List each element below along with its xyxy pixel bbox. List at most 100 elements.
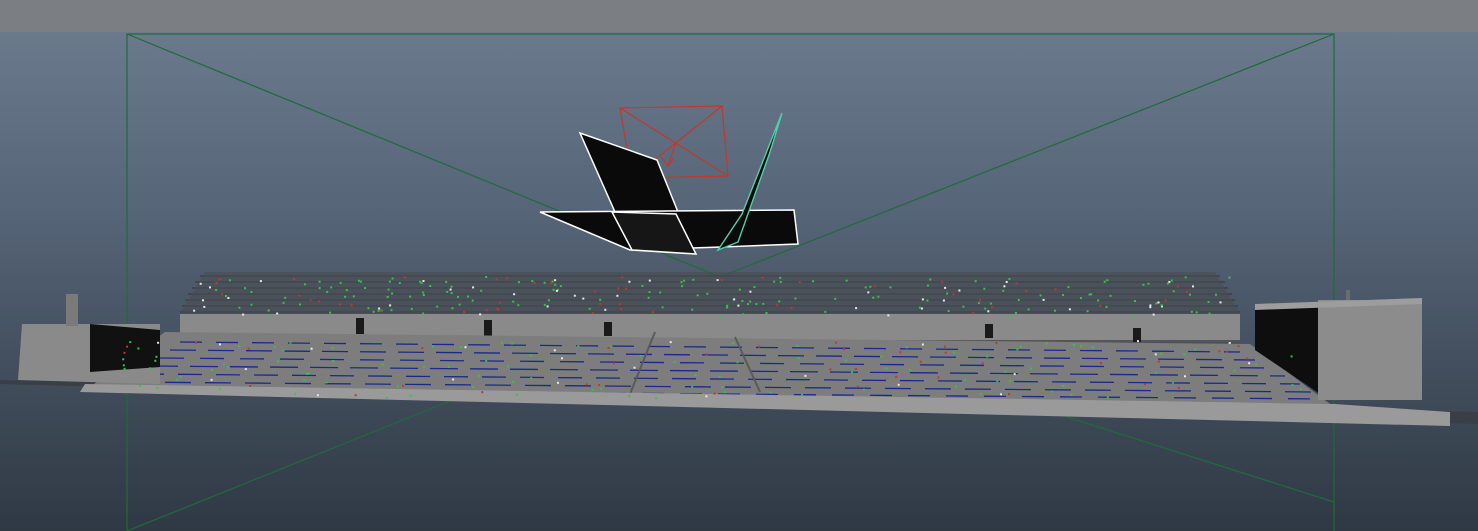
crowd-speck bbox=[222, 363, 225, 366]
crowd-speck bbox=[1157, 301, 1160, 304]
crowd-speck bbox=[761, 276, 764, 279]
crowd-speck bbox=[753, 286, 756, 288]
crowd-speck bbox=[303, 379, 306, 382]
crowd-speck bbox=[409, 394, 412, 397]
crowd-speck bbox=[652, 314, 654, 317]
crowd-speck bbox=[1164, 299, 1167, 302]
crowd-speck bbox=[326, 291, 329, 293]
crowd-speck bbox=[1233, 369, 1236, 372]
crowd-speck bbox=[1207, 300, 1210, 303]
crowd-speck bbox=[303, 283, 306, 286]
crowd-speck bbox=[332, 360, 335, 362]
crowd-speck bbox=[977, 302, 980, 305]
crowd-speck bbox=[683, 279, 686, 282]
crowd-speck bbox=[215, 288, 218, 291]
crowd-speck bbox=[971, 312, 974, 315]
crowd-speck bbox=[669, 341, 672, 344]
3d-viewport[interactable] bbox=[0, 32, 1478, 531]
crowd-speck bbox=[1134, 300, 1136, 302]
crowd-speck bbox=[547, 299, 550, 302]
crowd-speck bbox=[458, 303, 461, 306]
crowd-speck bbox=[1255, 363, 1258, 366]
crowd-speck bbox=[824, 310, 827, 313]
crowd-speck bbox=[228, 279, 231, 282]
crowd-speck bbox=[919, 360, 922, 363]
crowd-speck bbox=[937, 376, 940, 379]
crowd-speck bbox=[218, 387, 221, 390]
crowd-speck bbox=[410, 308, 413, 310]
plane-tilted-left[interactable] bbox=[578, 131, 680, 213]
crowd-speck bbox=[801, 393, 804, 396]
crowd-speck bbox=[718, 375, 721, 378]
crowd-speck bbox=[952, 351, 955, 354]
crowd-speck bbox=[1097, 299, 1100, 302]
crowd-speck bbox=[478, 374, 481, 377]
crowd-speck bbox=[983, 287, 986, 290]
selected-polygon-planes[interactable] bbox=[539, 112, 799, 255]
crowd-speck bbox=[659, 291, 662, 294]
crowd-speck bbox=[918, 306, 921, 309]
crowd-speck bbox=[1147, 282, 1150, 285]
crowd-speck bbox=[422, 294, 425, 296]
crowd-speck bbox=[436, 305, 439, 308]
crowd-speck bbox=[1025, 290, 1028, 293]
crowd-speck bbox=[561, 357, 563, 360]
crowd-speck bbox=[641, 284, 644, 287]
crowd-speck bbox=[543, 303, 546, 306]
upper-tier-seating bbox=[180, 272, 1240, 314]
crowd-speck bbox=[276, 312, 279, 315]
crowd-speck bbox=[692, 278, 695, 281]
crowd-speck bbox=[862, 388, 865, 391]
stadium-model[interactable] bbox=[18, 272, 1450, 426]
crowd-speck bbox=[467, 295, 469, 298]
crowd-speck bbox=[215, 282, 218, 284]
crowd-speck bbox=[388, 280, 391, 283]
crowd-speck bbox=[1215, 293, 1217, 296]
crowd-speck bbox=[1106, 396, 1109, 399]
crowd-speck bbox=[381, 363, 384, 366]
crowd-speck bbox=[713, 392, 716, 395]
crowd-speck bbox=[267, 309, 270, 312]
crowd-speck bbox=[1170, 279, 1173, 282]
crowd-speck bbox=[485, 309, 488, 312]
crowd-speck bbox=[299, 303, 301, 306]
crowd-speck bbox=[380, 310, 382, 313]
crowd-speck bbox=[705, 353, 708, 356]
crowd-speck bbox=[1067, 286, 1070, 289]
crowd-speck bbox=[555, 289, 558, 292]
crowd-speck bbox=[796, 344, 799, 347]
crowd-speck bbox=[481, 391, 484, 394]
crowd-speck bbox=[409, 295, 412, 298]
crowd-speck bbox=[716, 279, 719, 282]
crowd-speck bbox=[354, 394, 357, 397]
crowd-speck bbox=[1177, 386, 1180, 389]
crowd-speck bbox=[598, 384, 601, 386]
crowd-speck bbox=[1149, 306, 1152, 309]
crowd-speck bbox=[429, 285, 432, 287]
crowd-speck bbox=[202, 299, 204, 302]
crowd-speck bbox=[500, 341, 503, 344]
crowd-speck bbox=[238, 345, 241, 348]
crowd-speck bbox=[179, 376, 182, 378]
crowd-speck bbox=[987, 310, 990, 313]
crowd-speck bbox=[457, 295, 459, 298]
crowd-speck bbox=[620, 308, 623, 311]
crowd-speck bbox=[450, 285, 453, 288]
crowd-speck bbox=[978, 299, 981, 302]
frustum-line-tr bbox=[719, 33, 1335, 278]
crowd-speck bbox=[210, 378, 213, 381]
crowd-speck bbox=[387, 288, 390, 291]
crowd-speck bbox=[403, 276, 406, 279]
viewport-scene[interactable] bbox=[0, 32, 1478, 531]
crowd-speck bbox=[778, 300, 781, 303]
crowd-speck bbox=[873, 285, 876, 288]
crowd-speck bbox=[628, 280, 631, 283]
crowd-speck bbox=[364, 287, 367, 289]
crowd-speck bbox=[1000, 393, 1002, 396]
crowd-speck bbox=[149, 367, 152, 370]
crowd-speck bbox=[1072, 344, 1075, 346]
crowd-speck bbox=[282, 349, 285, 352]
crowd-speck bbox=[843, 348, 846, 351]
crowd-speck bbox=[1143, 383, 1146, 386]
crowd-speck bbox=[331, 347, 334, 350]
